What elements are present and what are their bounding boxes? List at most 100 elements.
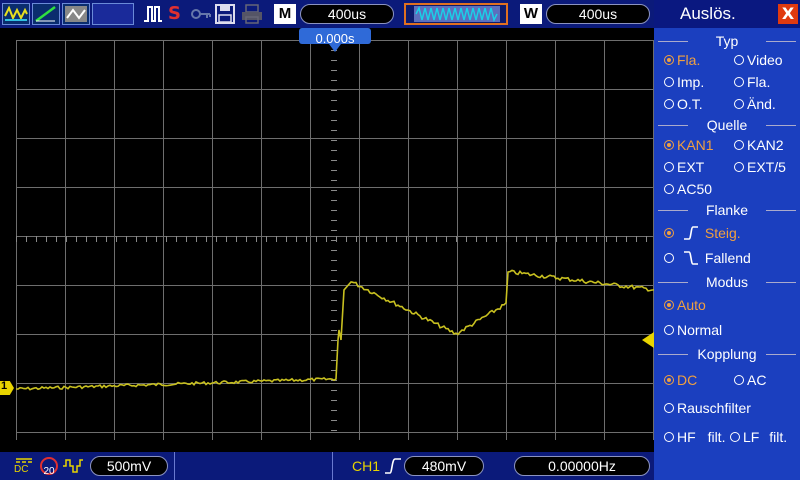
section-kopplung: Kopplung — [654, 346, 800, 362]
coupling-option-ac[interactable]: AC — [734, 371, 766, 389]
ch1-marker-label: 1 — [1, 380, 8, 392]
source-option-kan2[interactable]: KAN2 — [734, 136, 784, 154]
menu-title-bar: Auslös. X — [654, 0, 800, 28]
radio-icon — [664, 162, 674, 172]
radio-icon — [734, 162, 744, 172]
mode-option-normal[interactable]: Normal — [664, 321, 722, 339]
option-label: AC50 — [677, 181, 713, 197]
mode-option-auto[interactable]: Auto — [664, 296, 706, 314]
menu-title: Auslös. — [680, 4, 736, 23]
waveform-mode-icon[interactable] — [2, 3, 30, 25]
waveform-display[interactable] — [16, 40, 656, 440]
radio-icon — [664, 403, 674, 413]
option-label: Steig. — [704, 225, 741, 241]
option-label: Fla. — [677, 52, 701, 68]
ch1-ground-marker[interactable]: 1 — [0, 381, 14, 395]
option-label: DC — [677, 372, 698, 388]
save-disk-icon[interactable] — [214, 3, 236, 25]
radio-icon — [730, 432, 740, 442]
bw-limit-icon[interactable]: 20 — [40, 457, 58, 477]
radio-icon — [664, 300, 674, 310]
dc-coupling-icon[interactable]: DC — [14, 456, 34, 476]
typ-option-change[interactable]: Änd. — [734, 95, 776, 113]
ch1-scale-value[interactable]: 500mV — [90, 456, 168, 476]
trigger-level-value[interactable]: 480mV — [404, 456, 484, 476]
option-label: Video — [747, 52, 783, 68]
ramp-mode-icon[interactable] — [32, 3, 60, 25]
coupling-label: DC — [14, 464, 29, 475]
bar-divider — [174, 452, 175, 480]
option-label: filt. — [769, 429, 788, 445]
coupling-option-hf-reject[interactable]: HF filt. — [664, 428, 725, 446]
close-button[interactable]: X — [778, 4, 798, 24]
option-label: Änd. — [747, 96, 776, 112]
option-label: Normal — [677, 322, 723, 338]
bw-limit-label: 20 — [43, 466, 55, 477]
memory-overview-icon[interactable] — [404, 3, 508, 25]
option-label: Rauschfilter — [677, 400, 751, 416]
option-label: EXT — [677, 159, 705, 175]
trigger-channel-label: CH1 — [352, 458, 381, 474]
stop-state-indicator: S — [168, 3, 181, 24]
radio-icon — [664, 184, 674, 194]
printer-icon[interactable] — [240, 3, 264, 25]
option-label: O.T. — [677, 96, 703, 112]
option-label: HF — [677, 429, 696, 445]
typ-option-edge[interactable]: Fla. — [664, 51, 700, 69]
slope-option-falling[interactable]: Fallend — [664, 249, 751, 267]
top-toolbar: S M 400us W 400us — [0, 0, 654, 28]
radio-icon — [664, 432, 674, 442]
section-modus: Modus — [654, 274, 800, 290]
option-label: KAN1 — [677, 137, 714, 153]
bar-divider — [332, 452, 333, 480]
lock-key-icon — [190, 3, 212, 25]
trigger-slope-rising-icon — [384, 457, 402, 475]
bottom-status-bar: DC 20 500mV CH1 480mV 0.00000Hz — [0, 452, 654, 480]
source-option-ext5[interactable]: EXT/5 — [734, 158, 786, 176]
radio-icon — [664, 325, 674, 335]
option-label: Auto — [677, 297, 706, 313]
falling-edge-icon — [683, 251, 698, 265]
coupling-option-noise-reject[interactable]: Rauschfilter — [664, 399, 751, 417]
trigger-position-arrow-icon — [329, 44, 341, 52]
coupling-option-lf-reject[interactable]: LF filt. — [730, 428, 787, 446]
source-option-ext[interactable]: EXT — [664, 158, 704, 176]
source-option-ac50[interactable]: AC50 — [664, 180, 712, 198]
timebase-value[interactable]: 400us — [300, 4, 394, 24]
window-value[interactable]: 400us — [546, 4, 650, 24]
section-quelle: Quelle — [654, 117, 800, 133]
center-axis-ticks — [16, 40, 647, 431]
section-flanke: Flanke — [654, 202, 800, 218]
trigger-level-marker-icon[interactable] — [642, 332, 654, 348]
radio-icon — [664, 253, 674, 263]
frequency-counter-value: 0.00000Hz — [514, 456, 650, 476]
option-label: LF — [743, 429, 760, 445]
option-label: Fla. — [747, 74, 771, 90]
radio-icon — [664, 99, 674, 109]
window-mode-label: W — [520, 4, 542, 24]
radio-icon — [664, 140, 674, 150]
option-label: AC — [747, 372, 767, 388]
option-label: EXT/5 — [747, 159, 786, 175]
typ-option-ot[interactable]: O.T. — [664, 95, 703, 113]
status-field — [92, 3, 134, 25]
persistence-mode-icon[interactable] — [62, 3, 90, 25]
slope-option-rising[interactable]: Steig. — [664, 224, 741, 242]
section-typ: Typ — [654, 33, 800, 49]
rising-edge-icon — [683, 226, 698, 240]
trigger-position-marker[interactable]: 0.000s — [299, 28, 371, 46]
pulse-trigger-icon — [142, 3, 164, 25]
typ-option-video[interactable]: Video — [734, 51, 783, 69]
typ-option-pulse[interactable]: Imp. — [664, 73, 704, 91]
radio-icon — [734, 375, 744, 385]
typ-option-slope[interactable]: Fla. — [734, 73, 770, 91]
timebase-mode-label: M — [274, 4, 296, 24]
radio-icon — [664, 375, 674, 385]
coupling-option-dc[interactable]: DC — [664, 371, 697, 389]
option-label: Fallend — [704, 250, 751, 266]
radio-icon — [734, 140, 744, 150]
source-option-kan1[interactable]: KAN1 — [664, 136, 714, 154]
radio-icon — [664, 228, 674, 238]
invert-waveform-icon[interactable] — [62, 457, 84, 475]
option-label: KAN2 — [747, 137, 784, 153]
